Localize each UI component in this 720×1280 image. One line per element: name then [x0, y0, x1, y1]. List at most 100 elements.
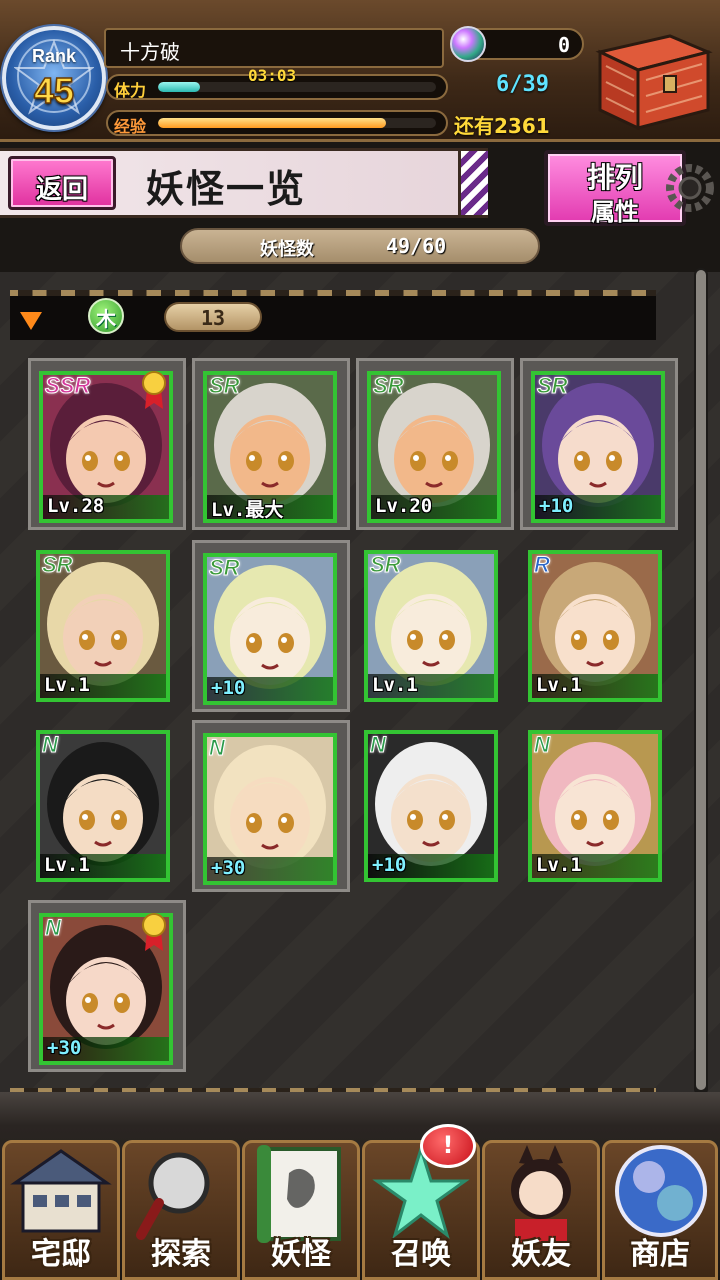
yokai-count-value: 49/60 — [386, 234, 447, 258]
yokai-card[interactable]: Lv.20 SR — [356, 358, 514, 530]
exp-fill — [158, 118, 386, 128]
page-title: 妖怪一览 — [146, 166, 307, 211]
rarity-badge: N — [209, 735, 226, 761]
element-glyph: 木 — [96, 307, 116, 331]
scrollbar[interactable] — [694, 268, 708, 1096]
yokai-card[interactable]: +10 N — [356, 720, 514, 892]
rarity-badge: SR — [209, 555, 241, 581]
level-bar: Lv.1 — [40, 854, 166, 878]
yokai-card[interactable]: Lv.1 R — [520, 540, 678, 712]
nav-yokai-label: 妖怪 — [271, 1237, 331, 1272]
level-bar: +30 — [43, 1037, 169, 1061]
yokai-card[interactable]: +30 N — [28, 900, 186, 1072]
yokai-card[interactable]: Lv.最大 SR — [192, 358, 350, 530]
scrollbar-thumb[interactable] — [696, 270, 706, 1090]
group-count: 13 — [200, 306, 226, 330]
orb-shop-icon — [615, 1145, 707, 1237]
yokai-card[interactable]: +30 N — [192, 720, 350, 892]
rank-label: Rank — [31, 46, 76, 66]
rarity-badge: SR — [42, 552, 74, 578]
level-label: Lv.1 — [44, 674, 90, 696]
level-bar: Lv.20 — [371, 495, 497, 519]
magnifier-icon — [136, 1152, 210, 1240]
medal-icon — [142, 371, 166, 409]
sort-mode-label: 属性 — [591, 198, 639, 226]
level-bar: Lv.1 — [40, 674, 166, 698]
nav-explore-label: 探索 — [151, 1237, 211, 1272]
sort-button[interactable]: 排列 属性 — [544, 150, 686, 226]
scroll-icon — [257, 1145, 341, 1243]
summon-notification-badge: ! — [420, 1124, 476, 1168]
spirit-orb-count: 0 — [557, 33, 570, 57]
level-bar: Lv.28 — [43, 495, 169, 519]
rank-badge[interactable]: Rank 45 — [2, 26, 106, 130]
stamina-timer: 03:03 — [248, 66, 297, 85]
nav-explore[interactable]: 探索 — [122, 1140, 240, 1280]
nav-mansion[interactable]: 宅邸 — [2, 1140, 120, 1280]
nav-friends-label: 妖友 — [511, 1237, 571, 1272]
stamina-count: 6/39 — [496, 72, 549, 97]
exp-bar: 经验 — [106, 110, 448, 136]
nav-mansion-label: 宅邸 — [31, 1237, 91, 1272]
spirit-orb-counter[interactable]: 0 — [450, 26, 584, 62]
level-label: +10 — [211, 677, 246, 699]
house-icon — [10, 1149, 112, 1233]
back-button-label: 返回 — [35, 175, 88, 205]
sort-button-label: 排列 — [586, 161, 643, 194]
rarity-badge: R — [534, 552, 551, 578]
level-bar: +30 — [207, 857, 333, 881]
yokai-card[interactable]: +10 SR — [520, 358, 678, 530]
medal-icon — [142, 913, 166, 951]
player-name: 十方破 — [120, 40, 180, 64]
exp-remaining: 还有2361 — [454, 114, 550, 138]
rarity-badge: SR — [370, 552, 402, 578]
level-bar: Lv.1 — [532, 854, 658, 878]
player-name-box: 十方破 — [104, 28, 444, 68]
yokai-card[interactable]: +10 SR — [192, 540, 350, 712]
level-label: Lv.1 — [536, 674, 582, 696]
yokai-card[interactable]: Lv.1 N — [28, 720, 186, 892]
stamina-fill — [158, 82, 200, 92]
nav-summon-label: 召唤 — [391, 1237, 451, 1272]
gear-icon — [666, 164, 714, 212]
level-label: +10 — [372, 854, 407, 876]
level-label: Lv.1 — [536, 854, 582, 876]
level-label: Lv.最大 — [211, 499, 284, 521]
collapse-arrow-icon[interactable] — [20, 312, 42, 330]
level-bar: +10 — [207, 677, 333, 701]
rank-value: 45 — [33, 69, 75, 112]
level-label: Lv.1 — [44, 854, 90, 876]
rarity-badge: N — [42, 732, 59, 758]
level-label: +10 — [539, 495, 574, 517]
yokai-card[interactable]: Lv.1 SR — [28, 540, 186, 712]
rarity-badge: N — [534, 732, 551, 758]
rarity-badge: N — [45, 915, 62, 941]
rarity-badge: SR — [209, 373, 241, 399]
nav-friends[interactable]: 妖友 — [482, 1140, 600, 1280]
treasure-chest-icon[interactable] — [586, 30, 714, 134]
nav-shop[interactable]: 商店 — [602, 1140, 718, 1280]
level-bar: Lv.1 — [532, 674, 658, 698]
group-count-badge: 13 — [164, 302, 262, 332]
notification-mark: ! — [442, 1131, 454, 1159]
level-bar: +10 — [368, 854, 494, 878]
level-label: +30 — [211, 857, 246, 879]
banner-stripes — [458, 151, 488, 215]
yokai-card[interactable]: Lv.1 SR — [356, 540, 514, 712]
friend-icon — [511, 1145, 571, 1243]
nav-yokai[interactable]: 妖怪 — [242, 1140, 360, 1280]
yokai-count-bar: 妖怪数 49/60 — [180, 228, 540, 264]
rarity-badge: N — [370, 732, 387, 758]
stamina-label: 体力 — [114, 81, 147, 100]
rarity-badge: SR — [373, 373, 405, 399]
level-label: Lv.28 — [47, 495, 105, 517]
spirit-orb-icon — [450, 26, 486, 62]
level-label: Lv.1 — [372, 674, 418, 696]
level-bar: Lv.最大 — [207, 495, 333, 519]
level-bar: +10 — [535, 495, 661, 519]
back-button[interactable]: 返回 — [8, 156, 116, 210]
wood-element-icon: 木 — [88, 298, 124, 334]
yokai-card[interactable]: Lv.28 SSR — [28, 358, 186, 530]
rarity-badge: SR — [537, 373, 569, 399]
yokai-card[interactable]: Lv.1 N — [520, 720, 678, 892]
